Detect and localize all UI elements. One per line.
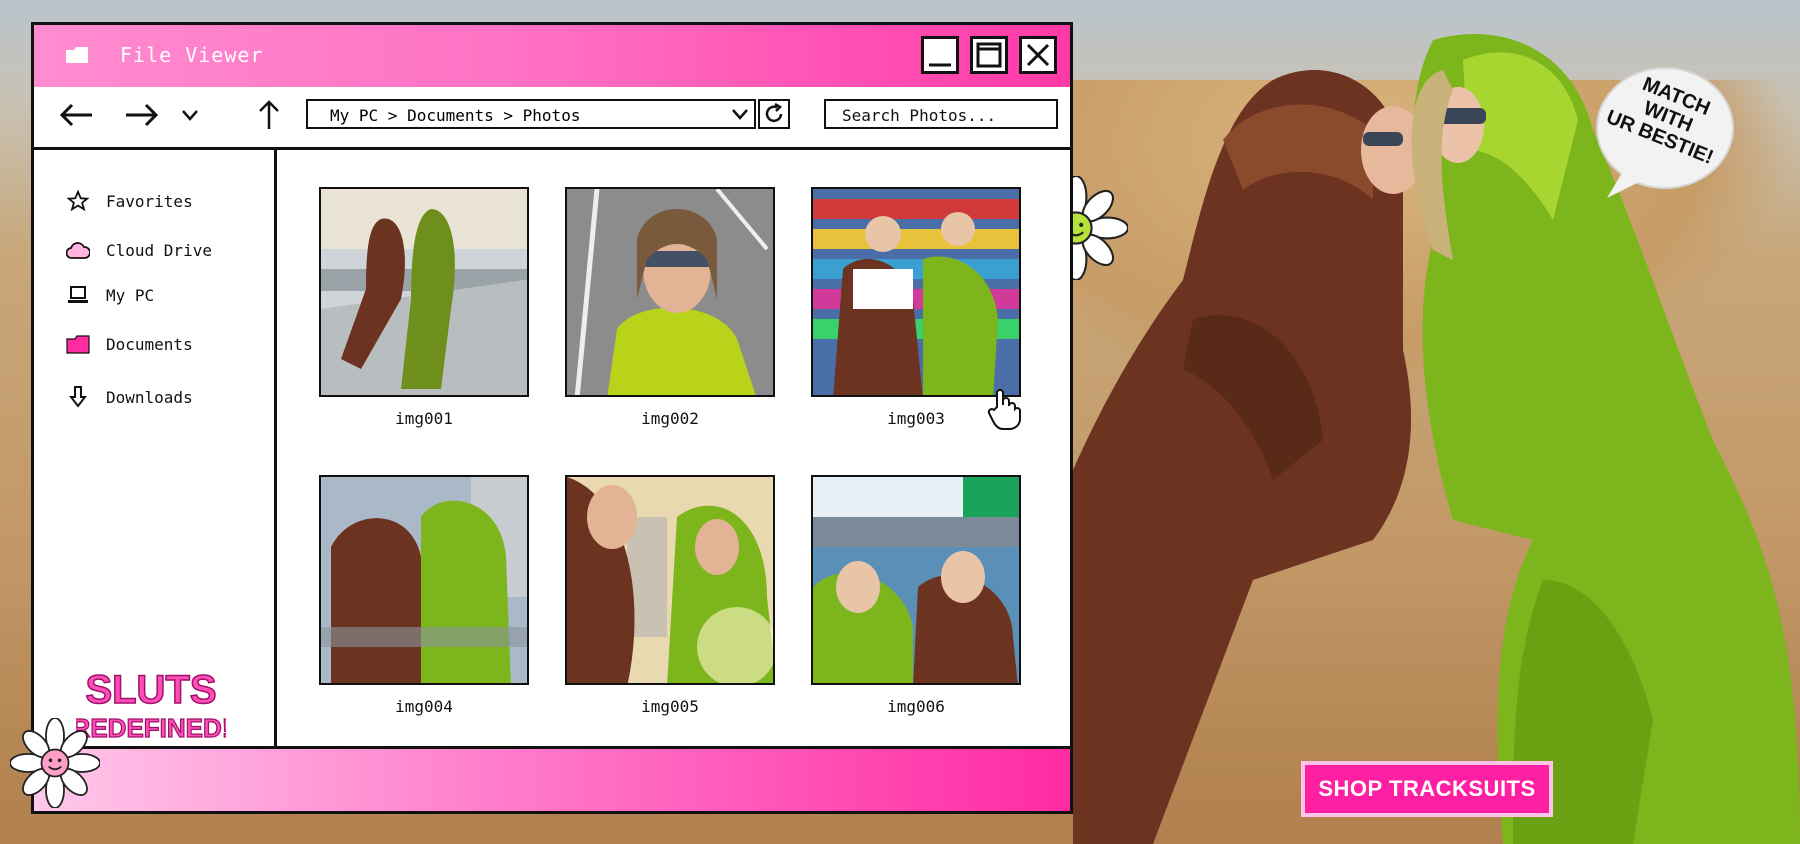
file-grid: img001 img002 img003 img004 img005 img00… [277,147,1070,752]
maximize-icon [976,42,1002,68]
file-thumbnail-img001[interactable] [319,187,529,397]
sidebar-item-label: Cloud Drive [106,240,212,260]
sidebar-item-downloads[interactable]: Downloads [66,383,193,411]
file-name: img004 [395,697,453,716]
navigation-toolbar: My PC > Documents > Photos Search Photos… [34,87,1070,150]
file-thumbnail-img002[interactable] [565,187,775,397]
cloud-icon [66,238,90,262]
photo-thumbnail [321,189,527,395]
chevron-down-icon [732,109,748,120]
sidebar-item-my-pc[interactable]: My PC [66,281,154,309]
photo-thumbnail [321,477,527,683]
file-thumbnail-img006[interactable] [811,475,1021,685]
folder-icon [66,332,90,356]
minimize-button[interactable] [921,36,959,74]
sidebar-item-label: Documents [106,334,193,354]
up-folder-button[interactable] [254,99,284,131]
close-icon [1026,43,1050,67]
daisy-smiley-icon [10,718,100,808]
sidebar-item-label: Favorites [106,191,193,211]
sidebar-item-cloud-drive[interactable]: Cloud Drive [66,236,212,264]
star-icon [66,189,90,213]
sidebar: Favorites Cloud Drive My PC Documents Do… [34,147,277,752]
title-bar[interactable]: File Viewer [34,25,1070,90]
sidebar-item-label: Downloads [106,387,193,407]
photo-thumbnail [813,189,1019,395]
arrow-left-icon [59,103,92,127]
chevron-down-icon [182,110,198,121]
back-button[interactable] [58,99,94,131]
file-name: img002 [641,409,699,428]
download-arrow-icon [66,385,90,409]
refresh-icon [765,103,783,123]
file-thumbnail-img003[interactable] [811,187,1021,397]
file-name: img005 [641,697,699,716]
status-bar [34,746,1070,811]
file-name: img006 [887,697,945,716]
shop-tracksuits-button[interactable]: SHOP TRACKSUITS [1301,761,1553,817]
hand-cursor-icon [987,389,1021,430]
minimize-icon [929,63,951,67]
address-dropdown-button[interactable] [726,101,754,127]
sidebar-item-documents[interactable]: Documents [66,330,193,358]
address-bar[interactable]: My PC > Documents > Photos [306,99,756,129]
arrow-right-icon [126,103,159,127]
file-thumbnail-img004[interactable] [319,475,529,685]
window-title: File Viewer [120,43,264,67]
maximize-button[interactable] [970,36,1008,74]
close-button[interactable] [1019,36,1057,74]
forward-button[interactable] [124,99,160,131]
photo-thumbnail [567,189,773,395]
photo-thumbnail [567,477,773,683]
photo-thumbnail [813,477,1019,683]
refresh-button[interactable] [758,99,790,129]
file-viewer-window: File Viewer My PC > Documents > Photos S… [31,22,1073,814]
arrow-up-icon [259,100,279,129]
sidebar-item-favorites[interactable]: Favorites [66,187,193,215]
file-name: img001 [395,409,453,428]
file-thumbnail-img005[interactable] [565,475,775,685]
laptop-icon [66,283,90,307]
brand-line-1: SLUTS [85,668,216,712]
search-input[interactable]: Search Photos... [824,99,1058,129]
sidebar-item-label: My PC [106,285,155,305]
history-dropdown-button[interactable] [178,99,202,131]
folder-app-icon [66,47,88,63]
